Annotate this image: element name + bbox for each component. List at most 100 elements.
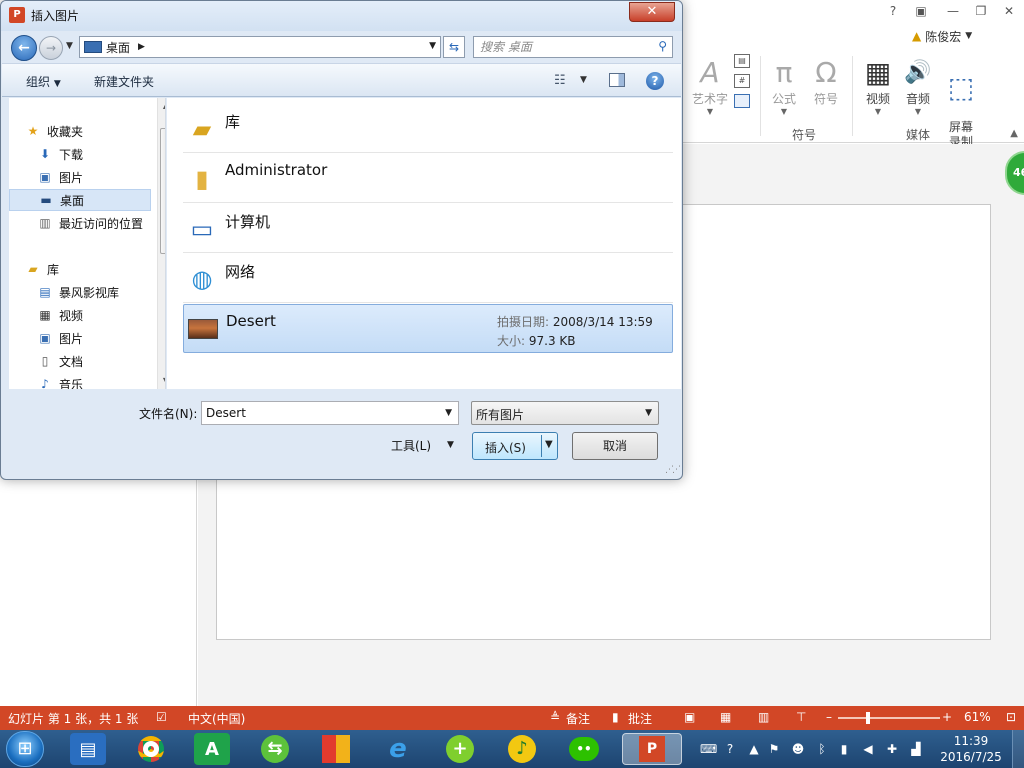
taskbar-app-360[interactable]: + (442, 733, 478, 765)
reading-view-icon[interactable]: ▥ (758, 710, 769, 724)
view-list-icon[interactable]: ☷ (554, 73, 566, 88)
taskbar-app-green-a[interactable]: A (194, 733, 230, 765)
list-item[interactable]: ▰ 库 (183, 104, 673, 153)
dialog-titlebar[interactable]: P 插入图片 ✕ (1, 1, 682, 31)
scroll-down-icon[interactable]: ▼ (158, 373, 165, 389)
start-button[interactable]: ⊞ (6, 731, 44, 767)
help-icon[interactable]: ? (646, 72, 664, 90)
nav-item-documents[interactable]: ▯ 文档 (37, 350, 165, 372)
security-icon[interactable]: ✚ (884, 741, 900, 757)
search-box[interactable]: ⚲ (473, 36, 673, 58)
filename-input[interactable] (206, 402, 436, 424)
tray-expand-icon[interactable]: ▲ (746, 741, 762, 757)
chevron-down-icon[interactable]: ▼ (645, 408, 652, 418)
zoom-level[interactable]: 61% (964, 710, 991, 724)
volume-icon[interactable]: ◀ (860, 741, 876, 757)
slide-number-icon[interactable]: # (734, 74, 750, 88)
breadcrumb-arrow-icon[interactable]: ▶ (138, 42, 145, 52)
nav-item-recent-places[interactable]: ▥ 最近访问的位置 (37, 212, 157, 234)
video-button[interactable]: ▦ 视频 ▼ (860, 56, 896, 117)
resize-grip-icon[interactable]: ⋰⋰ (665, 465, 681, 475)
network-icon[interactable]: ▟ (908, 741, 924, 757)
close-button[interactable]: ✕ (998, 3, 1020, 19)
new-folder-button[interactable]: 新建文件夹 (94, 73, 154, 90)
flag-icon[interactable]: ⚑ (766, 741, 782, 757)
zoom-out-button[interactable]: – (826, 710, 832, 724)
nav-item-pictures[interactable]: ▣ 图片 (37, 166, 165, 188)
nav-item-pictures-library[interactable]: ▣ 图片 (37, 327, 165, 349)
taskbar-app-chrome[interactable] (133, 733, 169, 765)
view-options-dropdown[interactable]: ▼ (580, 75, 587, 85)
help-tray-icon[interactable]: ? (722, 741, 738, 757)
keyboard-icon[interactable]: ⌨ (700, 741, 717, 757)
zoom-slider-thumb[interactable] (866, 712, 870, 724)
address-bar[interactable]: 桌面 ▶ ▼ (79, 36, 441, 58)
comments-button[interactable]: 批注 (628, 710, 652, 727)
address-location[interactable]: 桌面 (106, 39, 130, 56)
zoom-slider-track[interactable] (838, 717, 940, 719)
show-desktop-button[interactable] (1012, 730, 1024, 768)
file-type-select[interactable]: 所有图片 ▼ (471, 401, 659, 425)
fit-to-window-icon[interactable]: ⊡ (1006, 710, 1016, 724)
textbox-icon[interactable]: ▤ (734, 54, 750, 68)
nav-item-downloads[interactable]: ⬇ 下载 (37, 143, 165, 165)
help-button[interactable]: ? (882, 3, 904, 19)
slide-sorter-icon[interactable]: ▦ (720, 710, 731, 724)
list-item[interactable]: ▮ Administrator (183, 154, 673, 203)
chevron-down-icon[interactable]: ▼ (445, 408, 452, 418)
nav-item-desktop[interactable]: ▬ 桌面 (9, 189, 151, 211)
search-input[interactable] (480, 37, 650, 57)
list-item-selected[interactable]: Desert 拍摄日期: 2008/3/14 13:59 大小: 97.3 KB (183, 304, 673, 353)
preview-pane-icon[interactable] (609, 73, 625, 87)
bluetooth-icon[interactable]: ᛒ (814, 741, 830, 757)
nav-item-music[interactable]: ♪ 音乐 (37, 373, 165, 389)
audio-button[interactable]: 🔊 音频 ▼ (900, 56, 936, 117)
filename-combobox[interactable]: ▼ (201, 401, 459, 425)
nav-item-storm-library[interactable]: ▤ 暴风影视库 (37, 281, 165, 303)
nav-item-favorites[interactable]: ★ 收藏夹 (25, 120, 165, 142)
ribbon-display-button[interactable]: ▣ (910, 3, 932, 19)
spell-check-icon[interactable]: ☑ (156, 710, 167, 724)
symbol-button[interactable]: Ω 符号 (808, 56, 844, 107)
nav-item-libraries[interactable]: ▰ 库 (25, 258, 165, 280)
taskbar-app-powerpoint[interactable]: P (622, 733, 682, 765)
forward-button[interactable]: → (39, 36, 63, 60)
clock[interactable]: 11:39 2016/7/25 (940, 733, 1002, 765)
qq-icon[interactable]: ☻ (790, 741, 806, 757)
taskbar-app-wechat[interactable]: •• (566, 733, 602, 765)
dialog-close-button[interactable]: ✕ (629, 2, 675, 22)
object-icon[interactable] (734, 94, 750, 108)
minimize-button[interactable]: — (942, 3, 964, 19)
cancel-button[interactable]: 取消 (572, 432, 658, 460)
chevron-down-icon[interactable]: ▼ (447, 440, 454, 450)
taskbar-app-green-circle[interactable]: ⇆ (257, 733, 293, 765)
back-button[interactable]: ← (11, 35, 37, 61)
insert-button[interactable]: 插入(S) ▼ (472, 432, 558, 460)
list-item[interactable]: ◍ 网络 (183, 254, 673, 303)
organize-button[interactable]: 组织 ▼ (26, 73, 61, 90)
taskbar-app-puzzle[interactable] (318, 733, 354, 765)
collapse-ribbon-icon[interactable]: ▲ (1010, 128, 1018, 139)
chevron-down-icon[interactable]: ▼ (429, 41, 436, 51)
taskbar-app-ie[interactable]: e (380, 733, 416, 765)
normal-view-icon[interactable]: ▣ (684, 710, 695, 724)
taskbar-app-explorer[interactable]: ▤ (70, 733, 106, 765)
notes-button[interactable]: 备注 (566, 710, 590, 727)
scroll-thumb[interactable] (160, 128, 165, 254)
user-account[interactable]: ▲ 陈俊宏 ▼ (912, 28, 972, 44)
nav-scrollbar[interactable]: ▲ ▼ (157, 98, 165, 389)
wordart-button[interactable]: A 艺术字 ▼ (690, 56, 730, 117)
refresh-button[interactable]: ⇆ (443, 36, 465, 58)
list-item[interactable]: ▭ 计算机 (183, 204, 673, 253)
restore-button[interactable]: ❐ (970, 3, 992, 19)
recent-pages-dropdown[interactable]: ▼ (66, 41, 73, 51)
taskbar-app-music[interactable]: ♪ (504, 733, 540, 765)
device-icon[interactable]: ▮ (836, 741, 852, 757)
nav-item-videos[interactable]: ▦ 视频 (37, 304, 165, 326)
slideshow-icon[interactable]: ⊤ (796, 710, 806, 724)
search-icon[interactable]: ⚲ (658, 39, 667, 53)
chevron-down-icon[interactable]: ▼ (545, 439, 553, 450)
scroll-up-icon[interactable]: ▲ (158, 98, 165, 114)
zoom-in-button[interactable]: + (942, 710, 952, 724)
tools-button[interactable]: 工具(L) (391, 437, 431, 454)
